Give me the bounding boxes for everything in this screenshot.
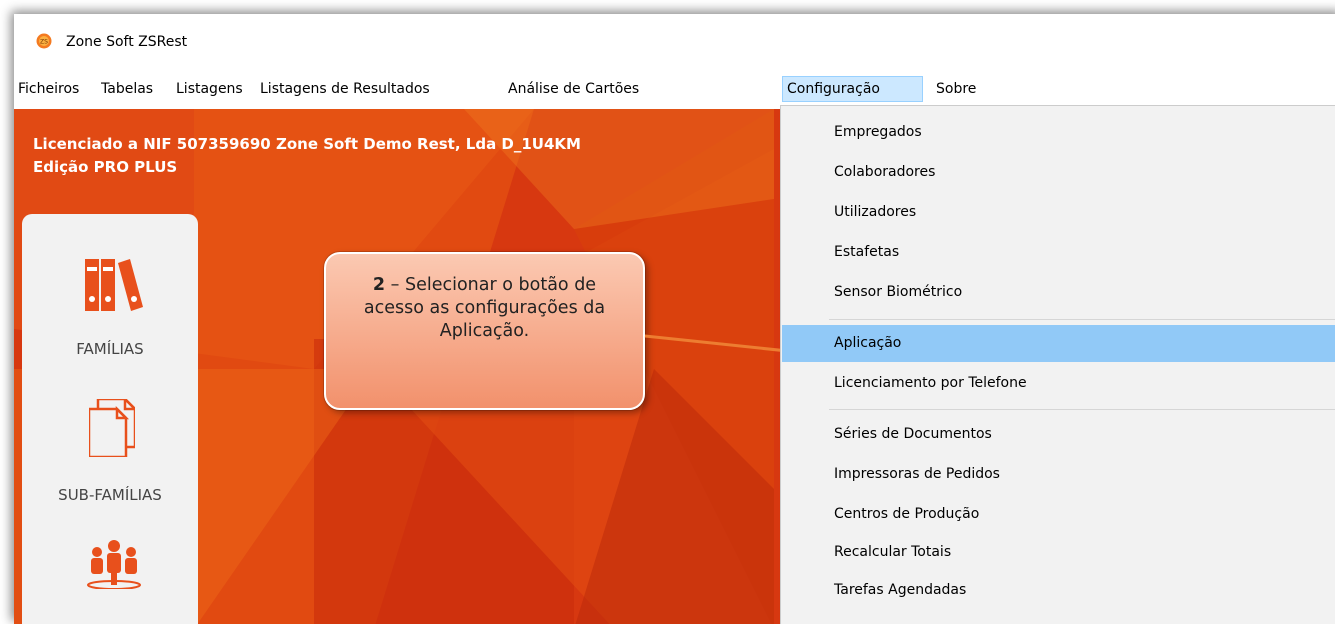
sidebar-item-people[interactable] — [86, 539, 142, 593]
side-panel: FAMÍLIAS SUB-FAMÍLIAS — [22, 214, 198, 624]
edition-info: Edição PRO PLUS — [33, 158, 178, 176]
menu-item-aplicacao[interactable]: Aplicação — [782, 325, 1335, 362]
sidebar-label-sub-familias: SUB-FAMÍLIAS — [58, 486, 162, 504]
callout-step-number: 2 — [372, 275, 386, 295]
title-bar: ZS Zone Soft ZSRest — [14, 14, 1335, 64]
menu-item-estafetas[interactable]: Estafetas — [782, 234, 1335, 271]
menu-separator — [829, 409, 1335, 410]
menu-sobre[interactable]: Sobre — [936, 78, 996, 100]
sidebar-item-familias[interactable] — [85, 259, 143, 315]
menu-item-series-documentos[interactable]: Séries de Documentos — [782, 416, 1335, 453]
menu-item-tarefas-agendadas[interactable]: Tarefas Agendadas — [782, 572, 1335, 609]
menu-listagens[interactable]: Listagens — [176, 78, 251, 100]
menu-bar: Ficheiros Tabelas Listagens Listagens de… — [14, 74, 1335, 104]
window-title: Zone Soft ZSRest — [66, 34, 188, 50]
menu-item-licenciamento-telefone[interactable]: Licenciamento por Telefone — [782, 365, 1335, 402]
binders-icon — [85, 259, 143, 311]
menu-item-impressoras-pedidos[interactable]: Impressoras de Pedidos — [782, 456, 1335, 493]
menu-tabelas[interactable]: Tabelas — [101, 78, 167, 100]
menu-analise-cartoes[interactable]: Análise de Cartões — [508, 78, 774, 100]
people-icon — [87, 540, 141, 590]
app-window: ZS Zone Soft ZSRest Ficheiros Tabelas Li… — [14, 14, 1335, 624]
menu-ficheiros[interactable]: Ficheiros — [18, 78, 93, 100]
license-info: Licenciado a NIF 507359690 Zone Soft Dem… — [33, 135, 581, 153]
menu-configuracao[interactable]: Configuração — [782, 76, 923, 102]
menu-item-empregados[interactable]: Empregados — [782, 114, 1335, 151]
configuracao-dropdown-menu: Empregados Colaboradores Utilizadores Es… — [780, 105, 1335, 624]
menu-listagens-resultados[interactable]: Listagens de Resultados — [260, 78, 499, 100]
menu-item-colaboradores[interactable]: Colaboradores — [782, 154, 1335, 191]
zonesoft-logo-icon: ZS — [36, 33, 52, 49]
sidebar-label-familias: FAMÍLIAS — [76, 340, 144, 358]
svg-text:ZS: ZS — [40, 39, 48, 46]
sidebar-item-sub-familias[interactable] — [87, 395, 139, 461]
menu-item-recalcular-totais[interactable]: Recalcular Totais — [782, 534, 1335, 571]
menu-item-centros-producao[interactable]: Centros de Produção — [782, 496, 1335, 533]
menu-separator — [829, 319, 1335, 320]
menu-item-utilizadores[interactable]: Utilizadores — [782, 194, 1335, 231]
menu-item-sensor-biometrico[interactable]: Sensor Biométrico — [782, 274, 1335, 311]
callout-text: – Selecionar o botão de acesso as config… — [363, 275, 606, 341]
documents-icon — [87, 395, 139, 459]
instruction-callout: 2 – Selecionar o botão de acesso as conf… — [324, 252, 645, 410]
